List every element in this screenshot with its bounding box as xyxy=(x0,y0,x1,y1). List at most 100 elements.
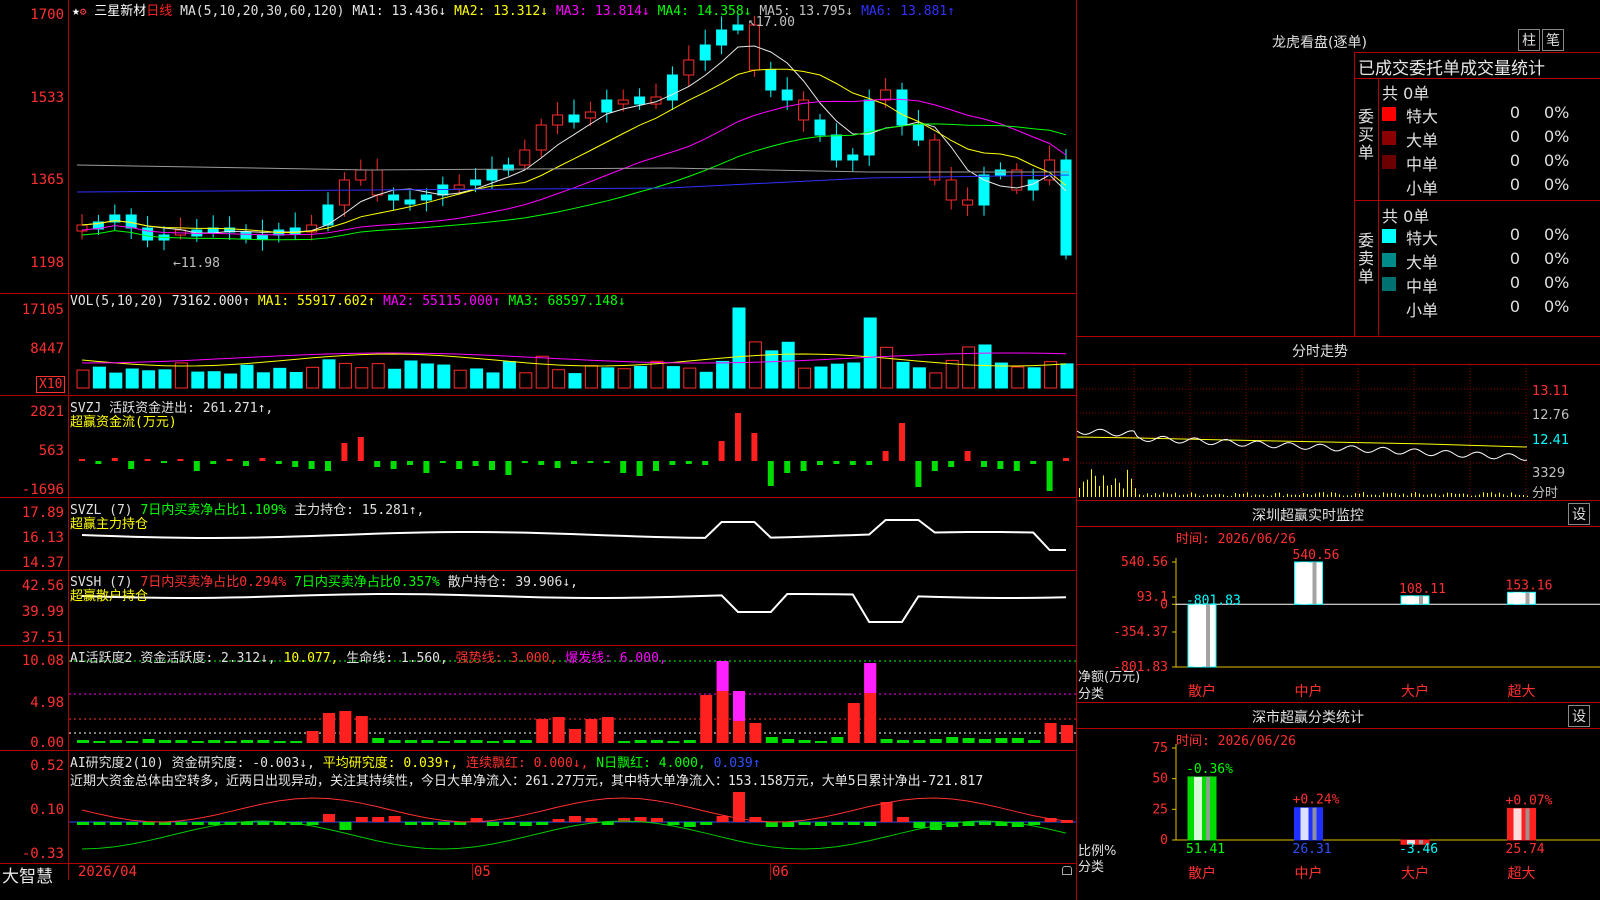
date-label-3: 06 xyxy=(772,864,789,880)
svzl-axis-3: 14.37 xyxy=(21,555,64,571)
buy-row-value-2: 0 xyxy=(1509,127,1520,146)
stats-cat-label: 分类 xyxy=(1078,860,1105,875)
buy-row-pct-2: 0% xyxy=(1544,127,1570,146)
buy-row-swatch-1 xyxy=(1382,107,1396,121)
star-icon[interactable]: ★ xyxy=(72,4,80,19)
period-label[interactable]: 日线 xyxy=(146,4,172,19)
vol-value-4: MA3: 68597.148↓ xyxy=(508,294,626,309)
stats-title: 深市超赢分类统计 xyxy=(1252,710,1364,726)
monitor-settings-button[interactable]: 设 xyxy=(1568,503,1590,525)
svzl-axis-2: 16.13 xyxy=(21,530,64,546)
buy-row-label-1: 特大 xyxy=(1406,107,1439,126)
ai1-header: AI活跃度2 资金活跃度: 2.312↓, 10.077, 生命线: 1.560… xyxy=(70,651,667,666)
stats-settings-button[interactable]: 设 xyxy=(1568,705,1590,727)
monitor-chart: 540.5693.10-354.37-801.83-801.83散户540.56… xyxy=(1113,548,1600,700)
buy-row-value-3: 0 xyxy=(1509,151,1520,170)
svsh-line2: 超赢散户持仓 xyxy=(70,589,149,604)
sell-row-swatch-1 xyxy=(1382,229,1396,243)
ssvg-value-1: 51.41 xyxy=(1186,842,1225,857)
vol-axis-2: 8447 xyxy=(30,341,64,357)
tick-mode-button[interactable]: 笔 xyxy=(1542,29,1564,51)
sell-row-swatch-3 xyxy=(1382,277,1396,291)
buy-row-swatch-3 xyxy=(1382,155,1396,169)
stats-chart: 75 50 25 0 51.41 散户 -0.36% 26.31 中户 +0.24% -3.46 大户… xyxy=(1152,741,1600,882)
svzl-line xyxy=(81,519,1066,551)
msvg-value-2: 540.56 xyxy=(1293,548,1340,563)
buy-row-swatch-2 xyxy=(1382,131,1396,145)
ssvg-pct-4: +0.07% xyxy=(1506,793,1553,808)
ssvg-cat-1: 散户 xyxy=(1188,865,1216,882)
buy-row-value-4: 0 xyxy=(1509,175,1520,194)
main-chart-area[interactable]: ★⚙ 三星新材日线 MA(5,10,20,30,60,120) MA1: 13.… xyxy=(0,0,1076,900)
fenshi-axis-2: 12.76 xyxy=(1532,408,1570,423)
ai2-bars xyxy=(69,792,1076,850)
price-axis-4: 1198 xyxy=(30,255,64,271)
sell-row-pct-3: 0% xyxy=(1544,273,1570,292)
ssvg-value-4: 25.74 xyxy=(1506,842,1545,857)
ai2-axis-1: 0.52 xyxy=(30,758,64,774)
order-stats-title: 已成交委托单成交量统计 xyxy=(1358,59,1545,79)
bar-mode-button[interactable]: 柱 xyxy=(1518,29,1540,51)
msvg-bar-1 xyxy=(1187,603,1217,668)
svzj-axis-2: 563 xyxy=(38,443,64,459)
svsh-axis-1: 42.56 xyxy=(21,578,64,594)
buy-side-label: 委买单 xyxy=(1358,107,1375,162)
buy-row-label-4: 小单 xyxy=(1406,179,1439,198)
stock-name: 三星新材 xyxy=(94,4,147,19)
candles xyxy=(76,13,1072,260)
ssvg-bar-2 xyxy=(1294,807,1323,841)
date-label-1: 2026/04 xyxy=(78,864,138,880)
ssvg-cat-2: 中户 xyxy=(1295,865,1323,882)
ssvg-cat-3: 大户 xyxy=(1401,865,1429,882)
low-mark: ←11.98 xyxy=(173,256,220,271)
ssvg-pct-2: +0.24% xyxy=(1293,793,1340,808)
ma-value-4: MA4: 14.358↓ xyxy=(657,4,760,19)
sell-side-label: 委卖单 xyxy=(1358,231,1375,286)
monitor-cat-label: 分类 xyxy=(1078,687,1105,702)
fenshi-axis-4: 3329 xyxy=(1532,466,1566,481)
ssvg-tick-2: 50 xyxy=(1152,772,1168,787)
msvg-tick-4: -354.37 xyxy=(1113,625,1168,640)
svsh-line xyxy=(81,592,1067,623)
msvg-cat-2: 中户 xyxy=(1295,683,1323,700)
sell-row-pct-4: 0% xyxy=(1544,297,1570,316)
fenshi-unit: 分时 xyxy=(1532,486,1559,501)
fenshi-title: 分时走势 xyxy=(1292,344,1348,360)
ma-value-3: MA3: 13.814↓ xyxy=(555,4,658,19)
brand-label: 大智慧 xyxy=(2,867,53,887)
kline-svg xyxy=(69,13,1076,850)
ai2-axis-2: 0.10 xyxy=(30,802,64,818)
svzj-bars xyxy=(79,413,1069,491)
monitor-title: 深圳超赢实时监控 xyxy=(1252,508,1364,524)
sell-row-pct-2: 0% xyxy=(1544,249,1570,268)
vol-value-1: 73162.000↑ xyxy=(171,294,258,309)
msvg-value-1: -801.83 xyxy=(1186,593,1241,608)
right-panel: 龙虎看盘(逐单) 柱 笔 已成交委托单成交量统计 委买单 共 0单 特大 0 0% 大… xyxy=(1076,0,1600,900)
svzl-axis-1: 17.89 xyxy=(21,505,64,521)
ssvg-tick-3: 25 xyxy=(1152,802,1168,817)
fenshi-svg xyxy=(1077,365,1531,499)
gear-icon[interactable]: ⚙ xyxy=(80,5,87,18)
sell-row-label-3: 中单 xyxy=(1406,277,1439,296)
buy-total: 共 0单 xyxy=(1382,84,1430,103)
date-label-2: 05 xyxy=(474,864,491,880)
dragon-title: 龙虎看盘(逐单) xyxy=(1272,35,1367,51)
sell-row-label-2: 大单 xyxy=(1406,253,1439,272)
buy-row-label-2: 大单 xyxy=(1406,131,1439,150)
msvg-tick-3: 0 xyxy=(1160,597,1168,612)
vol-header: VOL(5,10,20) 73162.000↑ MA1: 55917.602↑ … xyxy=(70,294,626,309)
msvg-value-3: 108.11 xyxy=(1399,582,1446,597)
ssvg-bar-4 xyxy=(1507,807,1536,841)
vol-unit: X10 xyxy=(36,376,66,393)
buy-row-value-1: 0 xyxy=(1509,103,1520,122)
sell-row-swatch-2 xyxy=(1382,253,1396,267)
svzj-line2: 超赢资金流(万元) xyxy=(70,415,177,430)
lock-icon xyxy=(1062,866,1072,875)
ma-value-6: MA6: 13.881↑ xyxy=(861,4,956,19)
buy-row-pct-1: 0% xyxy=(1544,103,1570,122)
ssvg-bar-1 xyxy=(1187,776,1217,841)
svsh-axis-3: 37.51 xyxy=(21,630,64,646)
buy-row-pct-4: 0% xyxy=(1544,175,1570,194)
ssvg-pct-1: -0.36% xyxy=(1186,762,1233,777)
price-axis-3: 1365 xyxy=(30,172,64,188)
